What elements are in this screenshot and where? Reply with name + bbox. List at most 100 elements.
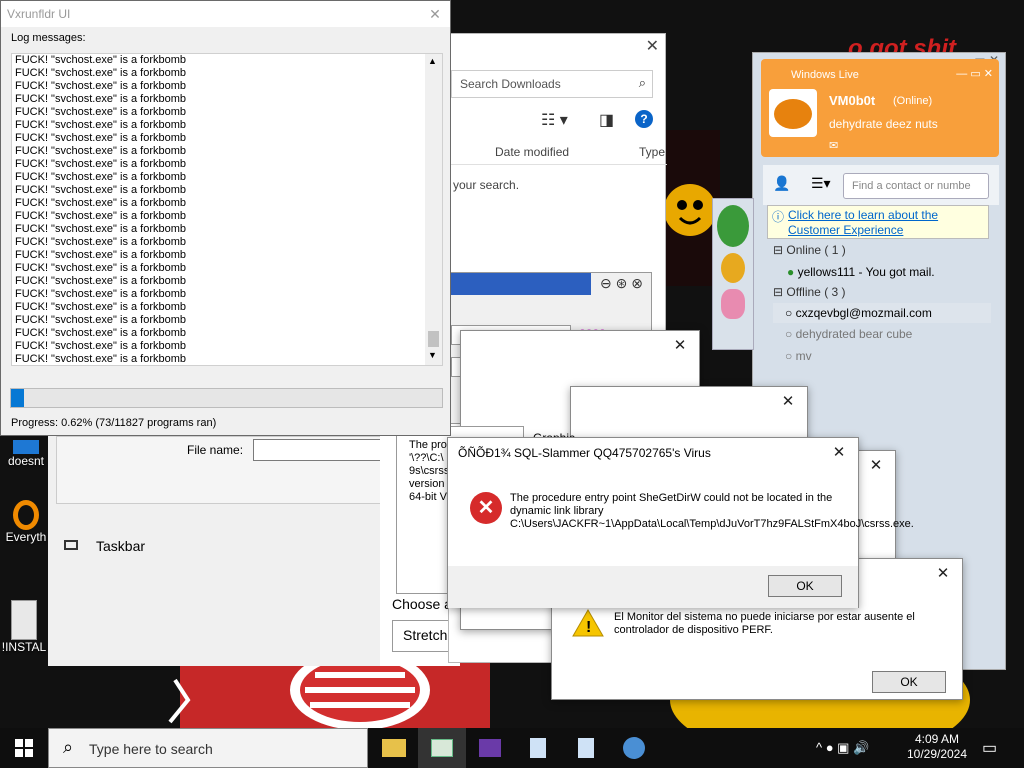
start-button[interactable] bbox=[0, 728, 48, 768]
search-downloads-field[interactable]: Search Downloads ⌕ bbox=[451, 70, 653, 98]
log-line: FUCK! "svchost.exe" is a forkbomb bbox=[15, 262, 187, 274]
log-line: FUCK! "svchost.exe" is a forkbomb bbox=[15, 119, 187, 131]
contact-name: mv bbox=[795, 349, 812, 363]
window-title: Vxrunfldr UI bbox=[1, 1, 450, 27]
titlebar-buttons[interactable]: ⊖ ⊛ ⊗ bbox=[600, 275, 643, 292]
desktop-icon-install[interactable]: !INSTAL bbox=[0, 600, 48, 654]
log-line: FUCK! "svchost.exe" is a forkbomb bbox=[15, 340, 187, 352]
contact-name: cxzqevbgl@mozmail.com bbox=[795, 306, 932, 320]
save-panel: File name: bbox=[56, 436, 396, 504]
chevron-up-icon[interactable]: ▲ bbox=[428, 56, 437, 66]
windows-icon bbox=[15, 739, 33, 757]
mail-icon[interactable]: ✉ bbox=[829, 139, 838, 152]
offline-group-header[interactable]: ⊟ Offline ( 3 ) bbox=[773, 285, 846, 299]
log-line: FUCK! "svchost.exe" is a forkbomb bbox=[15, 353, 187, 365]
log-lines: FUCK! "svchost.exe" is a forkbomb FUCK! "… bbox=[12, 54, 442, 365]
display-name[interactable]: VM0b0t bbox=[829, 93, 875, 108]
svg-text:!: ! bbox=[586, 619, 591, 636]
log-line: FUCK! "svchost.exe" is a forkbomb bbox=[15, 93, 187, 105]
close-icon[interactable]: ✕ bbox=[646, 36, 659, 56]
app-taskbar-icon-1[interactable] bbox=[418, 728, 466, 768]
app-taskbar-icon-2[interactable] bbox=[466, 728, 514, 768]
log-scrollbar[interactable]: ▲ ▼ bbox=[425, 54, 442, 365]
log-line: FUCK! "svchost.exe" is a forkbomb bbox=[15, 106, 187, 118]
sort-icon[interactable]: ☰▾ bbox=[811, 175, 831, 192]
clock[interactable]: 4:09 AM 10/29/2024 bbox=[904, 732, 970, 762]
personal-message[interactable]: dehydrate deez nuts bbox=[829, 117, 938, 131]
ok-button[interactable]: OK bbox=[768, 575, 842, 597]
info-line: 64-bit V bbox=[409, 491, 447, 503]
search-app-icon bbox=[13, 500, 39, 530]
log-label: Log messages: bbox=[11, 32, 86, 44]
column-date-modified[interactable]: Date modified bbox=[495, 145, 569, 159]
chevron-down-icon[interactable]: ▼ bbox=[428, 350, 437, 360]
header-controls[interactable]: — ▭ ✕ bbox=[956, 67, 993, 80]
contact-offline-1[interactable]: ○ cxzqevbgl@mozmail.com bbox=[773, 303, 991, 323]
side-tabs bbox=[712, 198, 754, 350]
close-icon[interactable]: ✕ bbox=[420, 1, 450, 27]
search-icon: ⌕ bbox=[63, 737, 74, 757]
contact-search-input[interactable]: Find a contact or numbe bbox=[843, 173, 989, 199]
log-line: FUCK! "svchost.exe" is a forkbomb bbox=[15, 184, 187, 196]
progress-bar bbox=[10, 388, 443, 408]
notification-icon[interactable]: ▭ bbox=[982, 738, 997, 758]
desktop-icon-doesnt[interactable]: doesnt bbox=[4, 440, 48, 468]
offline-buddy-icon: ○ bbox=[785, 306, 793, 320]
contact-offline-3[interactable]: ○ mv bbox=[785, 349, 812, 363]
folder-icon bbox=[382, 739, 406, 757]
taskbar-label[interactable]: Taskbar bbox=[96, 538, 145, 554]
close-icon[interactable]: ✕ bbox=[863, 454, 889, 478]
tray-icons[interactable]: ^ ● ▣ 🔊 bbox=[816, 740, 869, 756]
info-line: '\??\C:\ bbox=[409, 452, 444, 464]
taskbar-search-placeholder: Type here to search bbox=[89, 741, 213, 757]
contact-online[interactable]: ● yellows111 - You got mail. bbox=[787, 265, 935, 279]
close-icon[interactable]: ✕ bbox=[775, 390, 801, 414]
desktop-icon-label: doesnt bbox=[7, 454, 45, 468]
add-contact-icon[interactable]: 👤 bbox=[773, 175, 790, 192]
taskbar-search[interactable]: ⌕ Type here to search bbox=[48, 728, 368, 768]
log-line: FUCK! "svchost.exe" is a forkbomb bbox=[15, 145, 187, 157]
stack-icon bbox=[479, 739, 501, 757]
view-options-icon[interactable]: ☷ ▾ bbox=[541, 110, 568, 130]
log-line: FUCK! "svchost.exe" is a forkbomb bbox=[15, 301, 187, 313]
info-line: version bbox=[409, 478, 445, 490]
file-name-field[interactable] bbox=[253, 439, 393, 461]
info-icon: ⓘ bbox=[772, 210, 785, 224]
close-icon[interactable]: ✕ bbox=[826, 441, 852, 465]
log-line: FUCK! "svchost.exe" is a forkbomb bbox=[15, 249, 187, 261]
contact-search-placeholder: Find a contact or numbe bbox=[852, 180, 971, 192]
close-icon[interactable]: ✕ bbox=[667, 334, 693, 358]
profile-header: Windows Live — ▭ ✕ VM0b0t (Online) dehyd… bbox=[761, 59, 999, 157]
log-line: FUCK! "svchost.exe" is a forkbomb bbox=[15, 158, 187, 170]
file-explorer-icon[interactable] bbox=[370, 728, 418, 768]
desktop-icon-label: !INSTAL bbox=[1, 640, 47, 654]
app-taskbar-icon-3[interactable] bbox=[514, 728, 562, 768]
buddy-icon[interactable] bbox=[717, 205, 749, 247]
flower-icon[interactable] bbox=[721, 289, 745, 319]
settings-window: File name: Taskbar bbox=[48, 436, 408, 666]
document-icon bbox=[578, 738, 594, 758]
app-taskbar-icon-5[interactable] bbox=[610, 728, 658, 768]
info-banner: ⓘ Click here to learn about the Customer… bbox=[767, 205, 989, 239]
bell-icon[interactable] bbox=[721, 253, 745, 283]
online-group-header[interactable]: ⊟ Online ( 1 ) bbox=[773, 243, 846, 257]
customer-experience-link[interactable]: Click here to learn about the Customer E… bbox=[788, 208, 948, 238]
avatar[interactable] bbox=[769, 89, 817, 137]
ok-button[interactable]: OK bbox=[872, 671, 946, 693]
app-taskbar-icon-4[interactable] bbox=[562, 728, 610, 768]
close-icon[interactable]: ✕ bbox=[930, 562, 956, 586]
log-line: FUCK! "svchost.exe" is a forkbomb bbox=[15, 223, 187, 235]
preview-pane-icon[interactable]: ◨ bbox=[599, 110, 614, 130]
help-icon[interactable]: ? bbox=[635, 110, 653, 128]
log-line: FUCK! "svchost.exe" is a forkbomb bbox=[15, 132, 187, 144]
scroll-thumb[interactable] bbox=[428, 331, 439, 347]
contact-offline-2[interactable]: ○ dehydrated bear cube bbox=[785, 327, 912, 341]
log-box[interactable]: FUCK! "svchost.exe" is a forkbomb FUCK! "… bbox=[11, 53, 443, 366]
desktop-icon-everything[interactable]: Everyth bbox=[4, 500, 48, 544]
column-type[interactable]: Type bbox=[639, 145, 665, 159]
warning-icon: ! bbox=[572, 608, 604, 637]
status-text[interactable]: (Online) bbox=[893, 95, 932, 107]
error-message: The procedure entry point SheGetDirW cou… bbox=[510, 492, 914, 530]
document-icon bbox=[530, 738, 546, 758]
window-icon bbox=[431, 739, 453, 757]
